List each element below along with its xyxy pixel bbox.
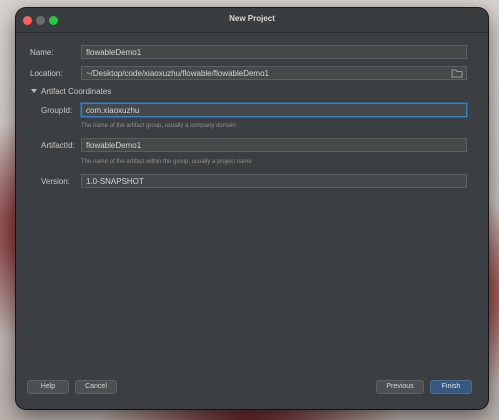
group-id-label: GroupId: [41, 106, 73, 115]
location-field[interactable] [81, 66, 467, 80]
version-field[interactable] [81, 174, 467, 188]
artifact-id-label: ArtifactId: [41, 141, 75, 150]
dialog-title: New Project [229, 14, 275, 23]
name-label: Name: [30, 48, 54, 57]
help-button[interactable]: Help [27, 380, 69, 394]
version-label: Version: [41, 177, 70, 186]
artifact-id-field[interactable] [81, 138, 467, 152]
new-project-dialog: New Project Name: Location: Artifact Coo… [16, 8, 488, 409]
triangle-down-icon[interactable] [31, 88, 37, 94]
location-label: Location: [30, 69, 63, 78]
previous-button[interactable]: Previous [376, 380, 424, 394]
finish-button[interactable]: Finish [430, 380, 472, 394]
folder-icon[interactable] [450, 66, 464, 78]
name-field[interactable] [81, 45, 467, 59]
group-id-field[interactable] [81, 103, 467, 117]
title-bar: New Project [16, 8, 488, 33]
artifact-coordinates-label[interactable]: Artifact Coordinates [41, 87, 111, 96]
cancel-button[interactable]: Cancel [75, 380, 117, 394]
artifact-id-hint: The name of the artifact within the grou… [81, 159, 252, 165]
group-id-hint: The name of the artifact group, usually … [81, 123, 236, 129]
